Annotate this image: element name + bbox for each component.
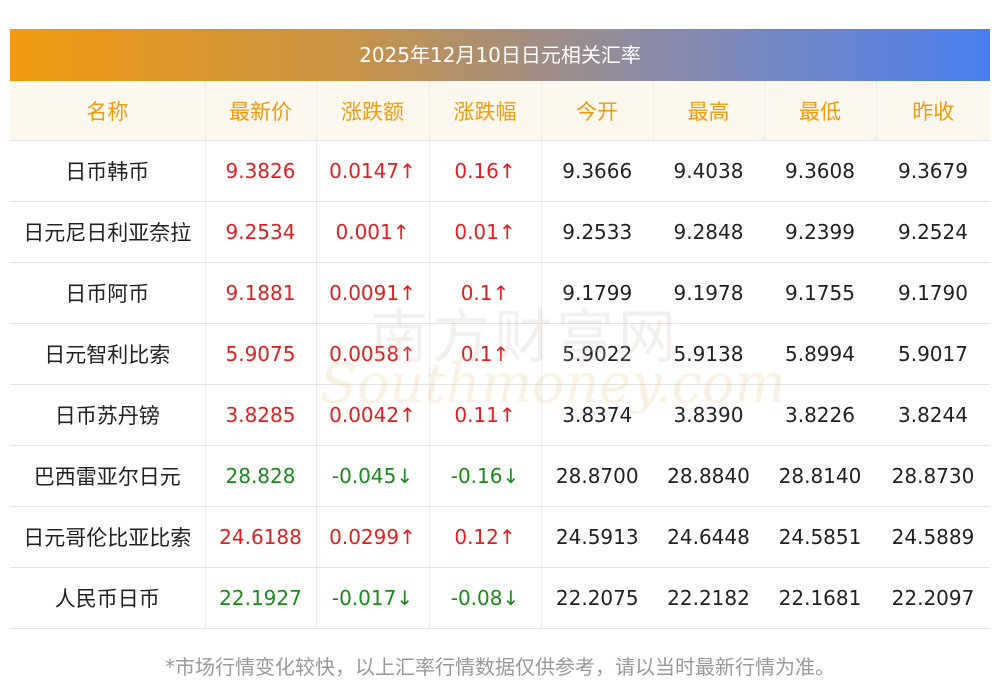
cell-open: 28.8700 bbox=[541, 445, 653, 507]
cell-latest: 9.3826 bbox=[205, 140, 317, 202]
rate-table: 名称 最新价 涨跌额 涨跌幅 今开 最高 最低 昨收 日币韩币 9.3826 0.0… bbox=[10, 81, 990, 629]
cell-name: 日币韩币 bbox=[10, 140, 206, 202]
cell-change-pct: 0.01↑ bbox=[429, 201, 542, 263]
table-row: 人民币日币 22.1927 -0.017↓ -0.08↓ 22.2075 22.2182 2… bbox=[10, 567, 990, 629]
column-header-prev-close: 昨收 bbox=[876, 81, 990, 141]
cell-change: 0.0091↑ bbox=[316, 262, 430, 324]
cell-change-pct: 0.12↑ bbox=[429, 506, 542, 568]
cell-name: 日元哥伦比亚比索 bbox=[10, 506, 206, 568]
table-row: 日元哥伦比亚比索 24.6188 0.0299↑ 0.12↑ 24.5913 24.644… bbox=[10, 506, 990, 568]
cell-latest: 3.8285 bbox=[205, 384, 317, 446]
cell-name: 日元智利比索 bbox=[10, 323, 206, 385]
cell-prev-close: 9.3679 bbox=[876, 140, 990, 202]
cell-change: 0.0042↑ bbox=[316, 384, 430, 446]
cell-name: 日元尼日利亚奈拉 bbox=[10, 201, 206, 263]
cell-low: 3.8226 bbox=[764, 384, 876, 446]
table-row: 日币韩币 9.3826 0.0147↑ 0.16↑ 9.3666 9.4038 9.3608… bbox=[10, 140, 990, 202]
cell-high: 5.9138 bbox=[653, 323, 764, 385]
table-row: 日币阿币 9.1881 0.0091↑ 0.1↑ 9.1799 9.1978 9.1755 9… bbox=[10, 262, 990, 324]
cell-low: 28.8140 bbox=[764, 445, 876, 507]
cell-high: 9.1978 bbox=[653, 262, 764, 324]
cell-change-pct: 0.11↑ bbox=[429, 384, 542, 446]
cell-prev-close: 5.9017 bbox=[876, 323, 990, 385]
cell-low: 9.1755 bbox=[764, 262, 876, 324]
cell-name: 日币阿币 bbox=[10, 262, 206, 324]
cell-prev-close: 22.2097 bbox=[876, 567, 990, 629]
cell-latest: 9.2534 bbox=[205, 201, 317, 263]
column-header-change-pct: 涨跌幅 bbox=[429, 81, 542, 141]
cell-high: 3.8390 bbox=[653, 384, 764, 446]
cell-change-pct: 0.1↑ bbox=[429, 262, 542, 324]
cell-change: 0.0299↑ bbox=[316, 506, 430, 568]
cell-high: 9.4038 bbox=[653, 140, 764, 202]
cell-low: 22.1681 bbox=[764, 567, 876, 629]
cell-open: 9.3666 bbox=[541, 140, 653, 202]
cell-open: 5.9022 bbox=[541, 323, 653, 385]
cell-latest: 9.1881 bbox=[205, 262, 317, 324]
table-row: 日币苏丹镑 3.8285 0.0042↑ 0.11↑ 3.8374 3.8390 3.822… bbox=[10, 384, 990, 446]
cell-high: 28.8840 bbox=[653, 445, 764, 507]
cell-latest: 5.9075 bbox=[205, 323, 317, 385]
disclaimer-note: *市场行情变化较快，以上汇率行情数据仅供参考，请以当时最新行情为准。 bbox=[165, 655, 835, 679]
cell-latest: 24.6188 bbox=[205, 506, 317, 568]
cell-change: 0.001↑ bbox=[316, 201, 430, 263]
column-header-low: 最低 bbox=[764, 81, 877, 141]
cell-name: 日币苏丹镑 bbox=[10, 384, 206, 446]
cell-prev-close: 9.2524 bbox=[876, 201, 990, 263]
column-header-name: 名称 bbox=[10, 81, 206, 141]
cell-change-pct: 0.16↑ bbox=[429, 140, 542, 202]
cell-change: -0.045↓ bbox=[316, 445, 430, 507]
cell-change-pct: -0.16↓ bbox=[429, 445, 542, 507]
page-title: 2025年12月10日日元相关汇率 bbox=[10, 29, 990, 81]
column-header-high: 最高 bbox=[653, 81, 765, 141]
table-header-row: 名称 最新价 涨跌额 涨跌幅 今开 最高 最低 昨收 bbox=[10, 81, 990, 141]
table-row: 巴西雷亚尔日元 28.828 -0.045↓ -0.16↓ 28.8700 28.8840… bbox=[10, 445, 990, 507]
table-row: 日元智利比索 5.9075 0.0058↑ 0.1↑ 5.9022 5.9138 5.899… bbox=[10, 323, 990, 385]
cell-low: 9.3608 bbox=[764, 140, 876, 202]
cell-low: 24.5851 bbox=[764, 506, 876, 568]
cell-name: 人民币日币 bbox=[10, 567, 206, 629]
cell-high: 22.2182 bbox=[653, 567, 764, 629]
cell-high: 24.6448 bbox=[653, 506, 764, 568]
cell-change: -0.017↓ bbox=[316, 567, 430, 629]
cell-latest: 28.828 bbox=[205, 445, 317, 507]
cell-change: 0.0147↑ bbox=[316, 140, 430, 202]
table-row: 日元尼日利亚奈拉 9.2534 0.001↑ 0.01↑ 9.2533 9.2848 9.2… bbox=[10, 201, 990, 263]
cell-prev-close: 3.8244 bbox=[876, 384, 990, 446]
cell-prev-close: 9.1790 bbox=[876, 262, 990, 324]
cell-change-pct: 0.1↑ bbox=[429, 323, 542, 385]
cell-open: 3.8374 bbox=[541, 384, 653, 446]
cell-change: 0.0058↑ bbox=[316, 323, 430, 385]
cell-latest: 22.1927 bbox=[205, 567, 317, 629]
cell-high: 9.2848 bbox=[653, 201, 764, 263]
cell-open: 24.5913 bbox=[541, 506, 653, 568]
cell-change-pct: -0.08↓ bbox=[429, 567, 542, 629]
cell-prev-close: 24.5889 bbox=[876, 506, 990, 568]
cell-open: 9.1799 bbox=[541, 262, 653, 324]
cell-prev-close: 28.8730 bbox=[876, 445, 990, 507]
cell-name: 巴西雷亚尔日元 bbox=[10, 445, 206, 507]
cell-open: 9.2533 bbox=[541, 201, 653, 263]
column-header-open: 今开 bbox=[541, 81, 654, 141]
cell-low: 9.2399 bbox=[764, 201, 876, 263]
column-header-change: 涨跌额 bbox=[316, 81, 430, 141]
cell-open: 22.2075 bbox=[541, 567, 653, 629]
cell-low: 5.8994 bbox=[764, 323, 876, 385]
rate-panel: 2025年12月10日日元相关汇率 名称 最新价 涨跌额 涨跌幅 今开 最高 最… bbox=[10, 29, 990, 629]
column-header-latest: 最新价 bbox=[205, 81, 317, 141]
